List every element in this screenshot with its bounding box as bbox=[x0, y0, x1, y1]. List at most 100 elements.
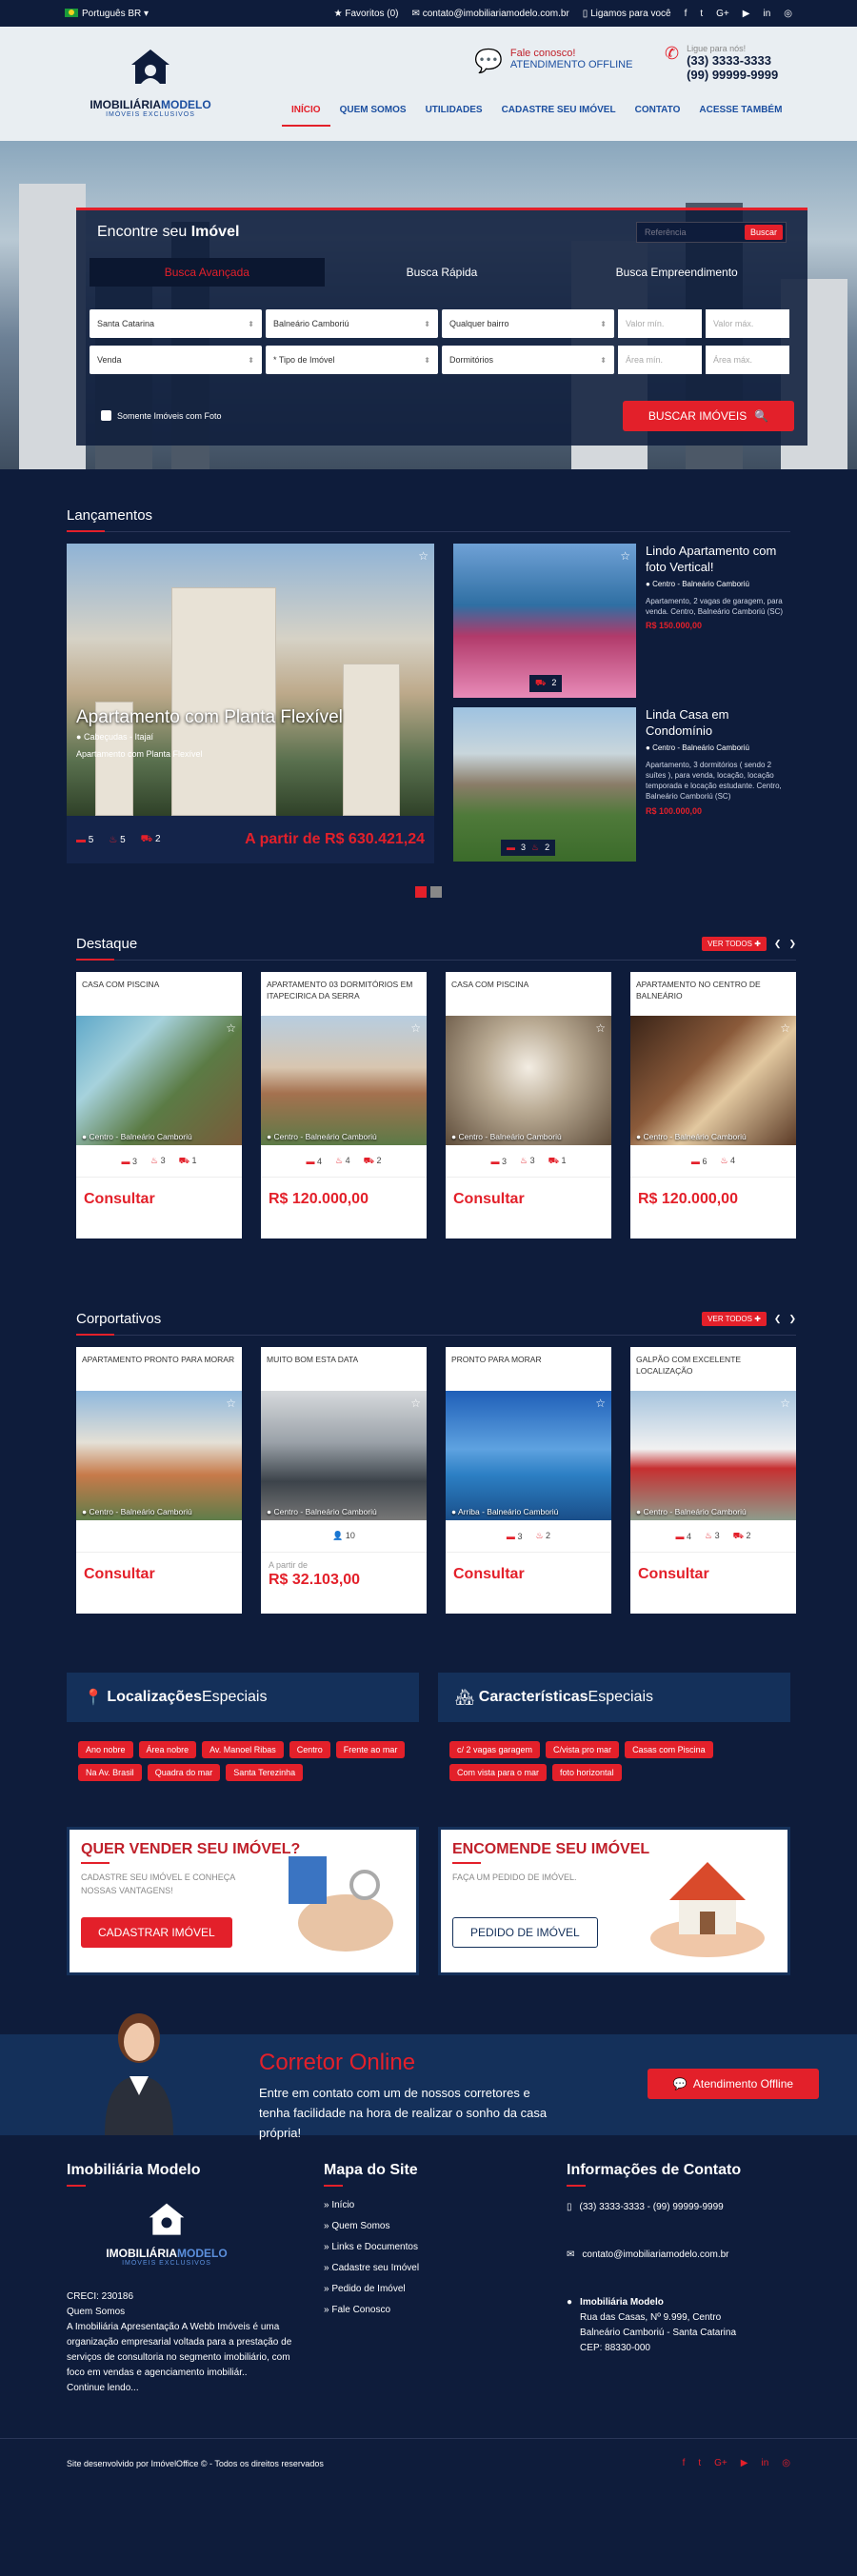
property-card[interactable]: PRONTO PARA MORAR ☆ ● Arriba - Balneário … bbox=[446, 1347, 611, 1614]
youtube-icon[interactable]: ▶ bbox=[741, 2458, 748, 2468]
favorite-star-icon[interactable]: ☆ bbox=[410, 1021, 421, 1035]
bed-icon: ▬ bbox=[306, 1156, 315, 1166]
reference-search-button[interactable]: Buscar bbox=[744, 225, 783, 240]
tag-feature[interactable]: Com vista para o mar bbox=[449, 1764, 548, 1781]
tipo-select[interactable]: * Tipo de Imóvel ⬍ bbox=[266, 346, 438, 374]
tab-busca-rapida[interactable]: Busca Rápida bbox=[325, 258, 560, 287]
favorite-star-icon[interactable]: ☆ bbox=[780, 1021, 790, 1035]
property-list-item[interactable]: ▬ 3 ♨ 2 Linda Casa em Condomínio ● Centro -… bbox=[453, 707, 790, 862]
nav-quem-somos[interactable]: QUEM SOMOS bbox=[330, 105, 416, 127]
atendimento-offline-button[interactable]: 💬 Atendimento Offline bbox=[648, 2069, 819, 2099]
tag-location[interactable]: Ano nobre bbox=[78, 1741, 133, 1758]
facebook-icon[interactable]: f bbox=[685, 9, 688, 19]
favorite-star-icon[interactable]: ☆ bbox=[620, 549, 630, 563]
tag-feature[interactable]: c/ 2 vagas garagem bbox=[449, 1741, 541, 1758]
tag-location[interactable]: Santa Terezinha bbox=[226, 1764, 304, 1781]
favorite-star-icon[interactable]: ☆ bbox=[595, 1021, 606, 1035]
chevron-right-icon[interactable]: ❯ bbox=[788, 1314, 796, 1324]
nav-utilidades[interactable]: UTILIDADES bbox=[416, 105, 492, 127]
favorite-star-icon[interactable]: ☆ bbox=[418, 549, 428, 563]
favorites-link[interactable]: ★ Favoritos (0) bbox=[334, 9, 399, 19]
featured-property[interactable]: ☆ Apartamento com Planta Flexível ● Cabe… bbox=[67, 544, 434, 863]
city-select[interactable]: Balneário Camboriú ⬍ bbox=[266, 309, 438, 338]
instagram-icon[interactable]: ◎ bbox=[784, 9, 792, 19]
footer-link[interactable]: » Pedido de Imóvel bbox=[324, 2284, 548, 2294]
area-min-input[interactable]: Área mín. bbox=[618, 346, 702, 374]
favorite-star-icon[interactable]: ☆ bbox=[410, 1397, 421, 1410]
map-pin-icon: ● bbox=[451, 1132, 457, 1141]
twitter-icon[interactable]: t bbox=[700, 9, 703, 19]
favorite-star-icon[interactable]: ☆ bbox=[226, 1397, 236, 1410]
site-logo[interactable]: IMOBILIÁRIAMODELO IMÓVEIS EXCLUSIVOS bbox=[84, 46, 217, 118]
footer-link[interactable]: » Fale Conosco bbox=[324, 2305, 548, 2315]
tag-location[interactable]: Centro bbox=[289, 1741, 330, 1758]
state-select[interactable]: Santa Catarina ⬍ bbox=[90, 309, 262, 338]
tab-busca-empreendimento[interactable]: Busca Empreendimento bbox=[559, 258, 794, 287]
footer-link[interactable]: » Quem Somos bbox=[324, 2221, 548, 2231]
property-card[interactable]: CASA COM PISCINA ☆ ● Centro - Balneário C… bbox=[76, 972, 242, 1238]
property-card[interactable]: APARTAMENTO 03 DORMITÓRIOS EM ITAPECIRIC… bbox=[261, 972, 427, 1238]
property-image: ☆ ● Centro - Balneário Camboriú bbox=[446, 1016, 611, 1145]
tag-location[interactable]: Av. Manoel Ribas bbox=[202, 1741, 284, 1758]
callback-link[interactable]: ▯ Ligamos para você bbox=[583, 9, 671, 19]
search-submit-button[interactable]: BUSCAR IMÓVEIS 🔍 bbox=[623, 401, 794, 431]
nav-contato[interactable]: CONTATO bbox=[626, 105, 690, 127]
tag-feature[interactable]: foto horizontal bbox=[552, 1764, 622, 1781]
ver-todos-button[interactable]: VER TODOS ✚ bbox=[702, 937, 767, 951]
tag-feature[interactable]: C/vista pro mar bbox=[546, 1741, 620, 1758]
bairro-select[interactable]: Qualquer bairro ⬍ bbox=[442, 309, 614, 338]
tag-location[interactable]: Frente ao mar bbox=[335, 1741, 406, 1758]
reference-search[interactable]: Referência Buscar bbox=[636, 222, 787, 243]
property-list-item[interactable]: ☆ ⛟ 2 Lindo Apartamento com foto Vertical… bbox=[453, 544, 790, 698]
facebook-icon[interactable]: f bbox=[683, 2458, 686, 2468]
nav-acesse[interactable]: ACESSE TAMBÉM bbox=[689, 105, 791, 127]
email-link[interactable]: ✉ contato@imobiliariamodelo.com.br bbox=[412, 9, 569, 19]
property-card[interactable]: APARTAMENTO PRONTO PARA MORAR ☆ ● Centro … bbox=[76, 1347, 242, 1614]
footer-logo[interactable]: IMOBILIÁRIAMODELO IMÓVEIS EXCLUSIVOS bbox=[105, 2200, 229, 2267]
footer-link[interactable]: » Cadastre seu Imóvel bbox=[324, 2263, 548, 2273]
property-image: ☆ ● Centro - Balneário Camboriú bbox=[76, 1016, 242, 1145]
favorite-star-icon[interactable]: ☆ bbox=[780, 1397, 790, 1410]
tag-location[interactable]: Área nobre bbox=[138, 1741, 197, 1758]
property-card[interactable]: APARTAMENTO NO CENTRO DE BALNEÁRIO ☆ ● Ce… bbox=[630, 972, 796, 1238]
especiais-section: 📍 Localizações Especiais Ano nobre Área … bbox=[0, 1673, 857, 1975]
linkedin-icon[interactable]: in bbox=[761, 2458, 768, 2468]
continue-reading-link[interactable]: Continue lendo... bbox=[67, 2381, 305, 2396]
tab-busca-avancada[interactable]: Busca Avançada bbox=[90, 258, 325, 287]
tag-feature[interactable]: Casas com Piscina bbox=[625, 1741, 713, 1758]
carousel-dot[interactable] bbox=[430, 886, 442, 898]
negocio-select[interactable]: Venda ⬍ bbox=[90, 346, 262, 374]
tag-location[interactable]: Quadra do mar bbox=[147, 1764, 221, 1781]
nav-inicio[interactable]: INÍCIO bbox=[282, 105, 330, 127]
valor-max-input[interactable]: Valor máx. bbox=[706, 309, 789, 338]
footer-email-link[interactable]: ✉ contato@imobiliariamodelo.com.br bbox=[567, 2248, 790, 2263]
property-card[interactable]: GALPÃO COM EXCELENTE LOCALIZAÇÃO ☆ ● Cent… bbox=[630, 1347, 796, 1614]
google-plus-icon[interactable]: G+ bbox=[716, 9, 729, 19]
favorite-star-icon[interactable]: ☆ bbox=[595, 1397, 606, 1410]
chevron-left-icon[interactable]: ❮ bbox=[774, 939, 782, 949]
property-card[interactable]: CASA COM PISCINA ☆ ● Centro - Balneário C… bbox=[446, 972, 611, 1238]
pedido-imovel-button[interactable]: PEDIDO DE IMÓVEL bbox=[452, 1917, 598, 1948]
footer-link[interactable]: » Início bbox=[324, 2200, 548, 2210]
cadastrar-imovel-button[interactable]: CADASTRAR IMÓVEL bbox=[81, 1917, 232, 1948]
google-plus-icon[interactable]: G+ bbox=[714, 2458, 727, 2468]
dormitorios-select[interactable]: Dormitórios ⬍ bbox=[442, 346, 614, 374]
carousel-dot[interactable] bbox=[415, 886, 427, 898]
ver-todos-button[interactable]: VER TODOS ✚ bbox=[702, 1312, 767, 1326]
valor-min-input[interactable]: Valor mín. bbox=[618, 309, 702, 338]
tag-location[interactable]: Na Av. Brasil bbox=[78, 1764, 142, 1781]
nav-cadastre[interactable]: CADASTRE SEU IMÓVEL bbox=[492, 105, 626, 127]
instagram-icon[interactable]: ◎ bbox=[782, 2458, 790, 2468]
language-selector[interactable]: Português BR ▾ bbox=[65, 9, 149, 19]
twitter-icon[interactable]: t bbox=[698, 2458, 701, 2468]
footer-link[interactable]: » Links e Documentos bbox=[324, 2242, 548, 2252]
youtube-icon[interactable]: ▶ bbox=[743, 9, 750, 19]
property-card[interactable]: MUITO BOM ESTA DATA ☆ ● Centro - Balneári… bbox=[261, 1347, 427, 1614]
area-max-input[interactable]: Área máx. bbox=[706, 346, 789, 374]
favorite-star-icon[interactable]: ☆ bbox=[226, 1021, 236, 1035]
linkedin-icon[interactable]: in bbox=[763, 9, 770, 19]
chat-contact[interactable]: 💬 Fale conosco! ATENDIMENTO OFFLINE bbox=[474, 48, 632, 75]
only-photo-checkbox[interactable]: Somente Imóveis com Foto bbox=[101, 410, 222, 421]
chevron-left-icon[interactable]: ❮ bbox=[774, 1314, 782, 1324]
chevron-right-icon[interactable]: ❯ bbox=[788, 939, 796, 949]
